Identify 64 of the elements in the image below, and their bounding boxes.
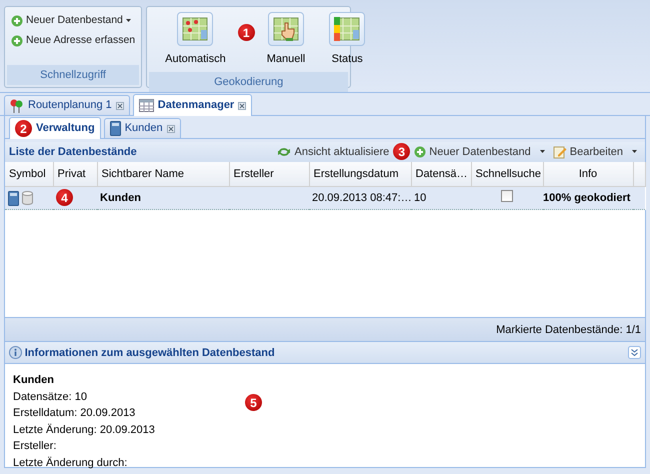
column-header[interactable]: Symbol xyxy=(5,162,53,187)
collapse-button[interactable] xyxy=(628,346,641,360)
column-header[interactable]: Info xyxy=(543,162,633,187)
book-icon xyxy=(8,190,19,206)
tab[interactable]: Kunden xyxy=(104,118,181,138)
caret-icon xyxy=(126,19,131,22)
refresh-icon xyxy=(277,146,292,158)
database-icon xyxy=(22,190,33,205)
group-title: Geokodierung xyxy=(149,72,348,92)
info-line: Letzte Änderung durch: xyxy=(13,456,128,471)
callout-marker: 5 xyxy=(244,394,262,412)
pins-icon xyxy=(10,98,24,112)
callout-marker: 4 xyxy=(56,189,73,206)
table-cell: 10 xyxy=(411,186,471,210)
table-cell: 20.09.2013 08:47:… xyxy=(309,186,411,210)
callout-marker: 3 xyxy=(393,143,410,160)
ribbon-button[interactable]: Manuell xyxy=(254,12,318,68)
table-icon xyxy=(138,99,154,112)
callout-marker: 1 xyxy=(238,24,255,41)
caret-icon xyxy=(632,150,637,154)
tab[interactable]: Routenplanung 1 xyxy=(4,95,130,115)
info-line: Ersteller: xyxy=(13,439,58,454)
panel-title: Informationen zum ausgewählten Datenbestand xyxy=(24,346,275,360)
info-heading: Kunden xyxy=(13,373,55,388)
column-header[interactable]: Ersteller xyxy=(229,162,309,187)
close-icon xyxy=(238,102,246,110)
toolbar-button[interactable]: Neuer Datenbestand xyxy=(410,144,549,160)
ribbon-button[interactable]: Status xyxy=(317,12,378,68)
close-icon xyxy=(116,102,124,110)
column-header[interactable]: Schnellsuche xyxy=(471,162,543,187)
callout-marker: 2 xyxy=(15,120,32,137)
edit-icon xyxy=(552,144,567,159)
map-icon xyxy=(182,17,208,41)
add-icon xyxy=(11,34,23,47)
column-header[interactable]: Privat xyxy=(53,162,97,187)
table-cell: 100% geokodiert xyxy=(543,186,633,210)
quick-access-link[interactable]: Neue Adresse erfassen xyxy=(11,30,136,50)
collapse-icon xyxy=(628,346,641,360)
toolbar-button[interactable]: Bearbeiten xyxy=(548,144,641,160)
status-text: Markierte Datenbestände: 1/1 xyxy=(496,322,641,338)
quick-access-link[interactable]: Neuer Datenbestand xyxy=(11,11,136,31)
table-cell: Kunden xyxy=(97,186,229,210)
tab[interactable]: 2 Verwaltung xyxy=(9,117,101,139)
panel-title: Liste der Datenbestände xyxy=(9,144,137,160)
column-header[interactable]: Sichtbarer Name xyxy=(97,162,229,187)
add-icon xyxy=(414,146,426,158)
column-header[interactable]: Datensä… xyxy=(411,162,471,187)
map-icon xyxy=(272,17,299,41)
close-icon xyxy=(166,124,175,132)
group-title: Schnellzugriff xyxy=(7,64,140,85)
ribbon-button[interactable]: Automatisch xyxy=(153,12,238,68)
tab[interactable]: Datenmanager xyxy=(132,94,252,116)
toolbar-button[interactable]: Ansicht aktualisiere xyxy=(273,144,394,160)
column-header[interactable]: Erstellungsdatum xyxy=(309,162,411,187)
map-icon xyxy=(334,17,360,41)
add-icon xyxy=(11,14,23,27)
checkbox[interactable] xyxy=(501,190,513,202)
book-icon xyxy=(110,121,121,136)
info-icon xyxy=(9,346,22,360)
caret-icon xyxy=(540,150,545,154)
info-line: Erstelldatum: 20.09.2013 xyxy=(13,406,136,422)
info-line: Letzte Änderung: 20.09.2013 xyxy=(13,422,155,438)
table-row[interactable]: 4 Kunden 20.09.2013 08:47:… 10 100% geokodiert xyxy=(5,186,645,210)
info-line: Datensätze: 10 xyxy=(13,390,88,405)
